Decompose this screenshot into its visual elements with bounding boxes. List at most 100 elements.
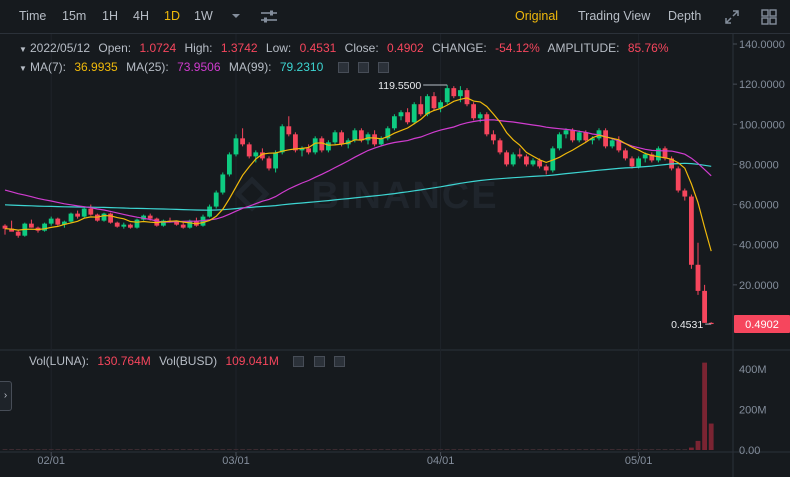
candle-body — [471, 104, 476, 119]
view-original[interactable]: Original — [515, 9, 558, 23]
candle-body — [48, 218, 54, 224]
time-tick-label: 04/01 — [427, 455, 455, 467]
volume-bar — [48, 449, 54, 450]
interval-1h[interactable]: 1H — [102, 9, 118, 23]
volume-bar — [603, 449, 608, 450]
volume-bar — [583, 449, 589, 450]
vol-hide-icon[interactable] — [313, 356, 325, 367]
candle-body — [702, 290, 707, 323]
volume-bar — [675, 449, 681, 450]
volume-bar — [75, 449, 80, 450]
volume-bar — [141, 449, 146, 450]
candle-body — [491, 134, 496, 141]
volume-bar — [431, 449, 437, 450]
candle-body — [695, 264, 701, 291]
candle-body — [372, 134, 377, 145]
view-depth[interactable]: Depth — [668, 9, 701, 23]
volume-bar — [22, 449, 28, 450]
low-label: Low: — [265, 41, 292, 55]
price-tick-label: 80.0000 — [739, 159, 779, 171]
candle-body — [128, 224, 133, 228]
candle-body — [682, 190, 688, 197]
volume-bar — [15, 449, 21, 450]
high-marker-label: 119.5500 — [378, 80, 421, 92]
volume-bar — [656, 449, 661, 450]
candle-body — [563, 130, 569, 135]
candle-body — [464, 90, 470, 105]
price-chart[interactable]: BINANCE 20.000040.000060.000080.0000100.… — [0, 34, 790, 477]
vol-settings-icon[interactable] — [293, 356, 305, 367]
time-tick-label: 05/01 — [625, 455, 653, 467]
candle-body — [121, 224, 127, 227]
volume-bar — [240, 449, 245, 450]
volume-bar — [392, 449, 397, 450]
candle-body — [444, 88, 450, 103]
volume-bar — [649, 449, 655, 450]
ma-settings-icon[interactable] — [337, 62, 349, 73]
candle-body — [279, 126, 285, 153]
interval-1d[interactable]: 1D — [164, 9, 180, 23]
volume-bar — [187, 449, 193, 450]
interval-time[interactable]: Time — [19, 9, 46, 23]
candle-body — [240, 138, 245, 145]
candle-body — [431, 96, 437, 109]
ma-close-icon[interactable] — [378, 62, 390, 73]
candle-body — [220, 174, 226, 193]
candle-body — [636, 158, 641, 167]
volume-bar — [293, 449, 298, 450]
volume-bar — [2, 449, 8, 450]
volume-bar — [378, 449, 384, 450]
volume-bar — [642, 449, 648, 450]
volume-bar — [128, 449, 133, 450]
candle-body — [629, 158, 635, 167]
ohlc-legend: 2022/05/12 Open: 1.0724 High: 1.3742 Low… — [30, 41, 674, 55]
interval-15m[interactable]: 15m — [62, 9, 86, 23]
grid-layout-icon[interactable] — [761, 9, 777, 28]
candle-body — [411, 104, 417, 123]
view-trading-view[interactable]: Trading View — [578, 9, 650, 23]
candle-body — [392, 116, 397, 129]
volume-bar — [418, 449, 424, 450]
volume-bar — [524, 449, 529, 450]
candle-body — [312, 138, 318, 153]
interval-1w[interactable]: 1W — [194, 9, 213, 23]
more-intervals-dropdown-icon[interactable] — [230, 10, 242, 25]
ma-legend: MA(7): 36.9935 MA(25): 73.9506 MA(99): 7… — [30, 60, 390, 74]
candle-body — [114, 222, 120, 227]
volume-bar — [286, 449, 292, 450]
candle-body — [537, 160, 542, 167]
candle-body — [68, 213, 74, 222]
volume-bar — [517, 449, 523, 450]
candle-body — [662, 148, 668, 159]
ma25-label: MA(25): — [126, 60, 169, 74]
ma-hide-icon[interactable] — [357, 62, 369, 73]
price-tick-label: 120.0000 — [739, 79, 785, 91]
volume-bar — [154, 449, 160, 450]
volume-bar — [227, 449, 232, 450]
volume-bar — [702, 362, 707, 450]
collapse-legend-icon[interactable]: ▼ — [19, 45, 27, 54]
volume-legend: Vol(LUNA): 130.764M Vol(BUSD) 109.041M — [29, 354, 345, 368]
candle-body — [576, 132, 582, 141]
interval-4h[interactable]: 4H — [133, 9, 149, 23]
candle-body — [306, 148, 311, 153]
candle-body — [451, 88, 457, 97]
candle-body — [583, 132, 589, 141]
volume-tick-label: 400M — [739, 364, 767, 376]
volume-bar — [458, 449, 463, 450]
volume-bar — [510, 449, 516, 450]
candle-body — [352, 130, 358, 141]
binance-logo-icon — [234, 176, 270, 212]
vol-close-icon[interactable] — [333, 356, 345, 367]
settings-sliders-icon[interactable] — [260, 9, 278, 28]
volume-bar — [530, 449, 536, 450]
volume-tick-label: 0.00 — [739, 445, 760, 457]
expand-sidebar-tab[interactable]: › — [0, 381, 12, 411]
candle-body — [517, 154, 523, 157]
fullscreen-icon[interactable] — [724, 9, 740, 28]
candle-body — [510, 154, 516, 165]
candle-body — [42, 223, 47, 231]
volume-bar — [167, 449, 173, 450]
close-label: Close: — [344, 41, 379, 55]
collapse-ma-icon[interactable]: ▼ — [19, 64, 27, 73]
